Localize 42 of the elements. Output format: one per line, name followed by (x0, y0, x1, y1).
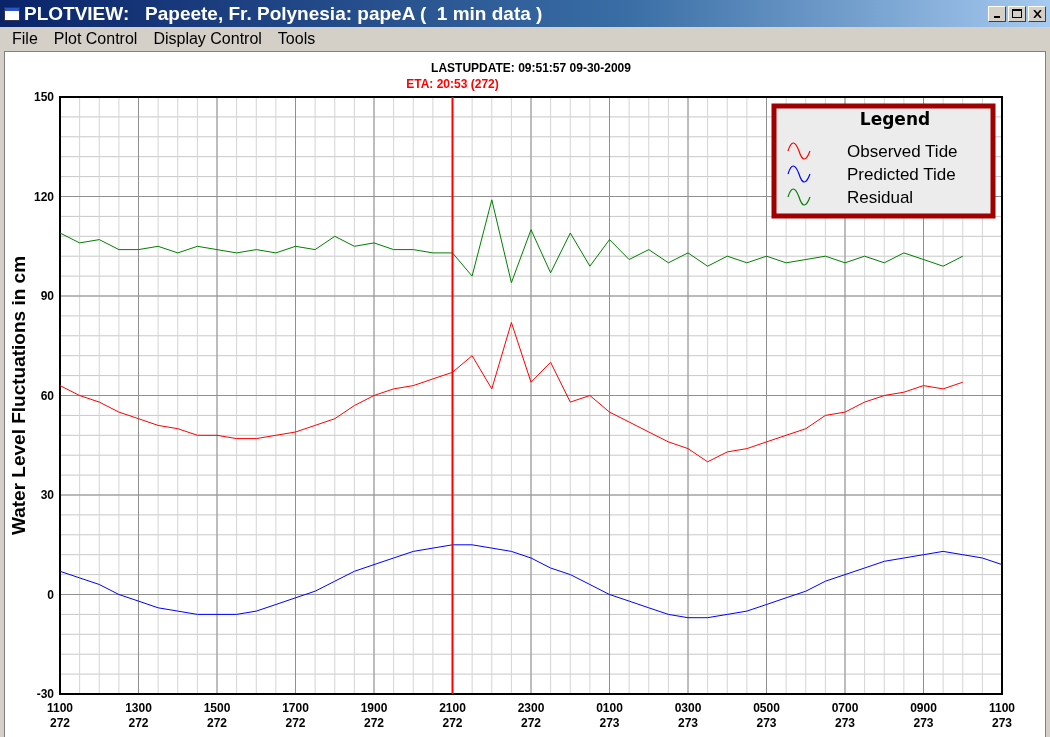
x-tick-label: 1300 272 (125, 701, 152, 730)
y-tick-label: 120 (33, 189, 54, 204)
legend-title: Legend (859, 109, 931, 129)
x-tick-label: 1900 272 (360, 701, 388, 730)
x-tick-label: 1100 272 (47, 701, 73, 730)
legend-wave-icon (787, 188, 811, 206)
x-tick-label: 2100 272 (439, 701, 466, 730)
legend-label: Observed Tide (847, 142, 958, 161)
maximize-icon (1012, 9, 1022, 18)
y-tick-label: 60 (40, 388, 54, 403)
y-axis-label: Water Level Fluctuations in cm (8, 255, 29, 536)
chart-title: LASTUPDATE: 09:51:57 09-30-2009 (431, 61, 631, 75)
x-tick-label: 0900 273 (910, 701, 937, 730)
x-tick-label: 0500 273 (753, 701, 780, 730)
legend-label: Residual (847, 188, 914, 207)
x-tick-label: 0700 273 (831, 701, 859, 730)
close-icon (1032, 9, 1042, 18)
y-tick-label: 30 (40, 488, 54, 502)
eta-label: ETA: 20:53 (272) (406, 77, 499, 91)
y-tick-label: -30 (36, 687, 54, 701)
legend-label: Predicted Tide (847, 165, 956, 184)
x-tick-label: 1700 272 (282, 701, 309, 730)
menu-item[interactable]: Plot Control (45, 30, 146, 48)
x-tick-label: 0100 273 (596, 701, 623, 730)
x-tick-label: 0300 273 (674, 701, 702, 730)
menu-item[interactable]: Tools (269, 30, 324, 48)
y-tick-label: 150 (33, 90, 54, 104)
window-title: PLOTVIEW: Papeete, Fr. Polynesia: papeA ( 1 min data ) (24, 2, 544, 25)
x-tick-label: 1500 272 (203, 701, 231, 730)
minimize-icon (994, 16, 1000, 18)
y-tick-label: 0 (47, 587, 54, 602)
x-tick-label: 1100 273 (989, 701, 1015, 730)
menu-item[interactable]: Display Control (145, 30, 270, 48)
legend-wave-icon (787, 142, 811, 160)
legend-wave-icon (787, 165, 811, 183)
window-icon (4, 6, 20, 21)
minimize-button[interactable] (988, 5, 1006, 22)
maximize-button[interactable] (1008, 5, 1026, 22)
y-tick-label: 90 (40, 289, 54, 303)
menu-item[interactable]: File (4, 30, 46, 48)
x-tick-label: 2300 272 (517, 701, 545, 730)
close-button[interactable] (1028, 5, 1046, 22)
